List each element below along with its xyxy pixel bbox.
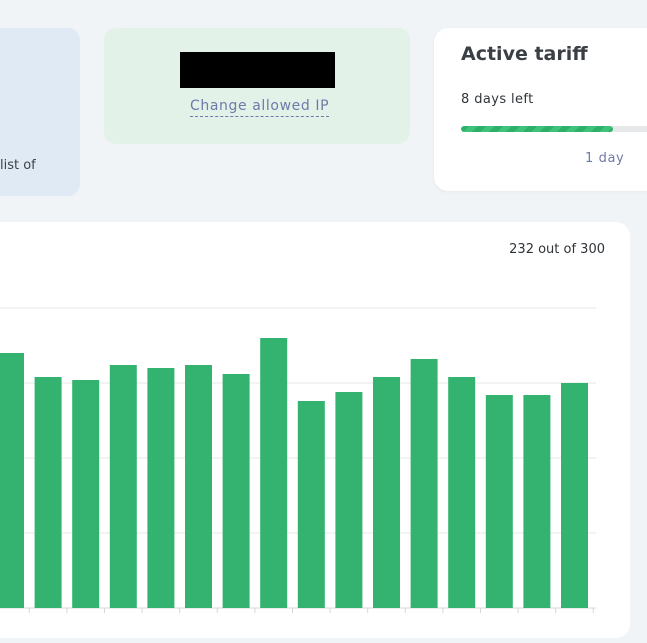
chart-bar[interactable] (335, 392, 363, 608)
chart-bar[interactable] (109, 365, 137, 608)
tariff-title: Active tariff (461, 43, 588, 65)
days-left-label: 8 days left (461, 92, 534, 107)
chart-bar[interactable] (72, 380, 100, 608)
usage-bar-chart (0, 307, 596, 613)
change-allowed-ip-link[interactable]: Change allowed IP (190, 98, 330, 117)
chart-bar[interactable] (222, 374, 250, 608)
chart-bar[interactable] (0, 353, 24, 608)
active-tariff-card: Active tariff 8 days left 1 day (434, 28, 647, 191)
usage-chart-card: 232 out of 300 (0, 222, 630, 638)
chart-bar[interactable] (523, 395, 551, 608)
chart-bar[interactable] (34, 377, 62, 608)
chart-bar[interactable] (561, 383, 588, 608)
info-card-text-fragment: list of (0, 158, 36, 173)
chart-bar[interactable] (297, 401, 325, 608)
info-card-left: s list of (0, 28, 80, 196)
tariff-progress-fill (461, 126, 613, 132)
chart-bar[interactable] (185, 365, 212, 608)
chart-bar[interactable] (448, 377, 476, 608)
allowed-ip-card: Change allowed IP (104, 28, 410, 144)
chart-bar[interactable] (485, 395, 513, 608)
redacted-ip-box (180, 52, 335, 88)
chart-bar[interactable] (373, 377, 400, 608)
tariff-remaining-label: 1 day (585, 151, 625, 166)
tariff-progress-bar (461, 126, 647, 132)
chart-bar[interactable] (410, 359, 438, 608)
chart-bar[interactable] (260, 338, 288, 608)
chart-bar[interactable] (147, 368, 175, 608)
